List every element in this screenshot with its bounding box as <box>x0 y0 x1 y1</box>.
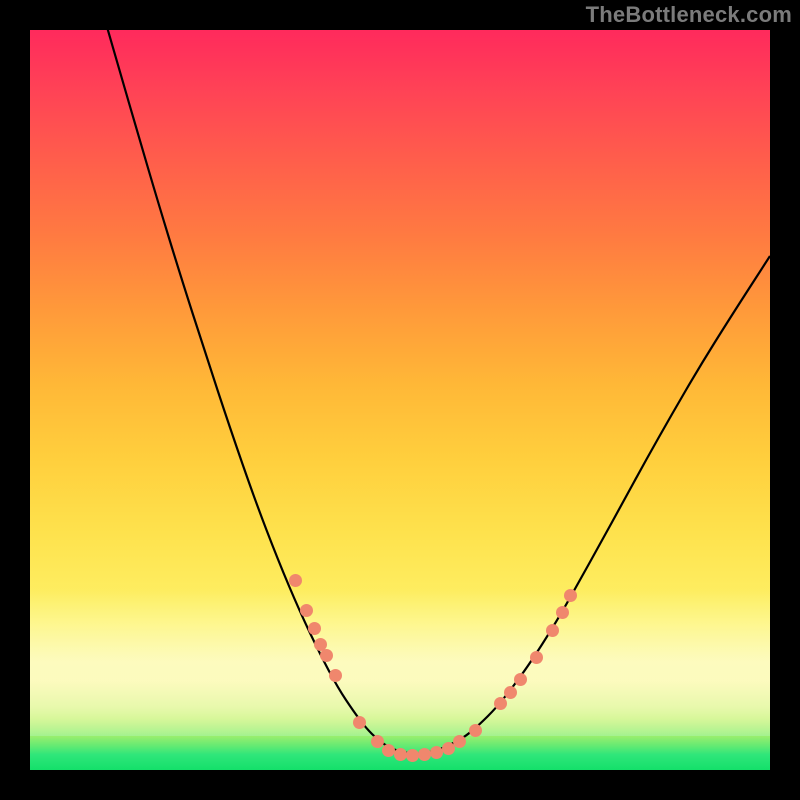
data-dot <box>371 735 384 748</box>
data-dot <box>320 649 333 662</box>
data-dot <box>353 716 366 729</box>
data-dot <box>494 697 507 710</box>
chart-container: TheBottleneck.com <box>0 0 800 800</box>
data-dot <box>564 589 577 602</box>
data-dot <box>430 746 443 759</box>
data-dot <box>418 748 431 761</box>
data-dot <box>469 724 482 737</box>
data-dot <box>329 669 342 682</box>
data-dot <box>289 574 302 587</box>
data-dot <box>308 622 321 635</box>
data-dot <box>504 686 517 699</box>
data-dot <box>394 748 407 761</box>
data-dot <box>556 606 569 619</box>
data-dot <box>453 735 466 748</box>
data-dot <box>530 651 543 664</box>
data-dot <box>514 673 527 686</box>
data-dot <box>300 604 313 617</box>
v-curve <box>30 30 770 770</box>
watermark-text: TheBottleneck.com <box>586 2 792 28</box>
data-dot <box>406 749 419 762</box>
data-dot <box>546 624 559 637</box>
data-dot <box>382 744 395 757</box>
plot-area <box>30 30 770 770</box>
